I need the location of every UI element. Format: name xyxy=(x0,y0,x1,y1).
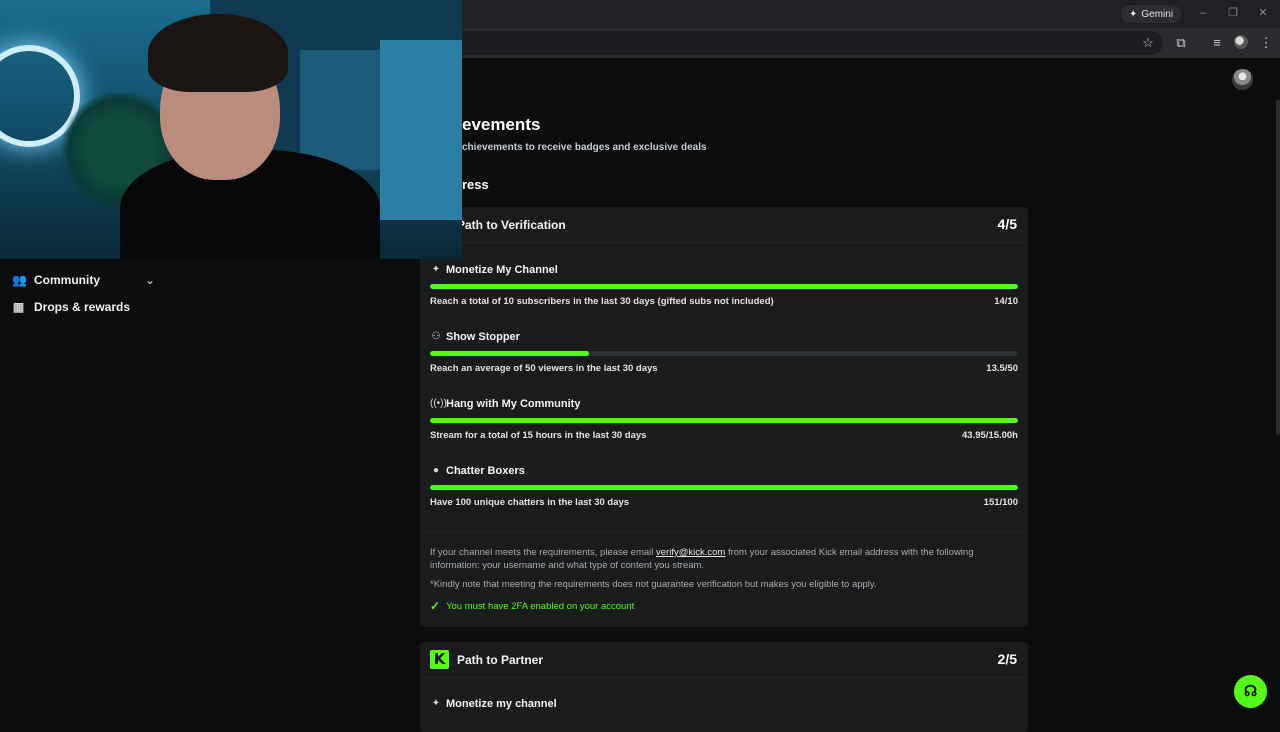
progress-fill xyxy=(430,351,589,356)
progress-fill xyxy=(430,418,1018,423)
tab-search-icon[interactable]: ⧉ xyxy=(1173,35,1189,51)
progress-count: 4/5 xyxy=(997,216,1017,232)
divider xyxy=(420,531,1028,532)
partner-card: K Path to Partner 2/5 ✦ Monetize my chan… xyxy=(420,642,1028,732)
gemini-label: Gemini xyxy=(1141,8,1174,20)
drops-icon: ▦ xyxy=(12,299,25,314)
progress-bar xyxy=(430,485,1018,490)
sparkle-icon: ✦ xyxy=(431,698,441,709)
task-name: Monetize My Channel xyxy=(446,264,558,276)
bookmark-star-icon[interactable]: ☆ xyxy=(1140,35,1156,51)
card-header: K Path to Partner 2/5 xyxy=(420,642,1028,678)
progress-fill xyxy=(430,485,1018,490)
sidebar-item-label: Drops & rewards xyxy=(34,300,131,314)
kick-logo-icon: K xyxy=(430,650,449,669)
restore-icon[interactable]: ❐ xyxy=(1226,6,1240,20)
support-chat-button[interactable]: ☊ xyxy=(1234,675,1267,708)
media-controls-icon[interactable]: ≡ xyxy=(1209,35,1225,51)
gemini-button[interactable]: ✦ Gemini xyxy=(1121,5,1182,23)
check-icon: ✓ xyxy=(430,599,441,613)
task-description: Reach a total of 10 subscribers in the l… xyxy=(430,296,774,307)
progress-bar xyxy=(430,351,1018,356)
sparkle-icon: ✦ xyxy=(431,264,441,275)
task-description: Have 100 unique chatters in the last 30 … xyxy=(430,497,630,508)
card-title: Path to Partner xyxy=(457,653,544,667)
task-value: 13.5/50 xyxy=(986,363,1018,374)
task-description: Reach an average of 50 viewers in the la… xyxy=(430,363,658,374)
webcam-overlay xyxy=(0,0,462,259)
user-avatar[interactable] xyxy=(1232,69,1253,90)
minimize-icon[interactable]: – xyxy=(1196,6,1210,20)
task-value: 43.95/15.00h xyxy=(962,430,1018,441)
gemini-icon: ✦ xyxy=(1129,8,1138,20)
close-icon[interactable]: ✕ xyxy=(1256,6,1270,20)
section-title: ress xyxy=(462,177,489,192)
task-name: Monetize my channel xyxy=(446,698,557,710)
progress-bar xyxy=(430,418,1018,423)
broadcast-icon: ((•)) xyxy=(430,398,447,409)
task-name: Show Stopper xyxy=(446,331,520,343)
progress-bar xyxy=(430,284,1018,289)
page-subtitle: chievements to receive badges and exclus… xyxy=(462,142,707,153)
task-name: Hang with My Community xyxy=(446,398,581,410)
note-text: If your channel meets the requirements, … xyxy=(430,547,654,558)
verification-note: If your channel meets the requirements, … xyxy=(430,546,1018,572)
sidebar-item-label: Community xyxy=(34,273,100,287)
headset-icon: ☊ xyxy=(1243,683,1258,700)
sidebar-item-community[interactable]: 👥 Community xyxy=(12,273,100,287)
chat-icon: ● xyxy=(432,465,440,476)
task-value: 151/100 xyxy=(983,497,1018,508)
scrollbar[interactable] xyxy=(1276,100,1280,435)
requirement-text: You must have 2FA enabled on your accoun… xyxy=(446,600,635,612)
task-name: Chatter Boxers xyxy=(446,465,525,477)
progress-fill xyxy=(430,284,1018,289)
task-value: 14/10 xyxy=(994,296,1018,307)
disclaimer-text: *Kindly note that meeting the requiremen… xyxy=(430,579,877,590)
sidebar-item-drops[interactable]: ▦ Drops & rewards xyxy=(12,300,130,314)
community-icon: 👥 xyxy=(12,272,27,287)
page-title: evements xyxy=(462,115,541,134)
progress-count: 2/5 xyxy=(997,651,1017,667)
verification-card: Path to Verification 4/5 ✦ Monetize My C… xyxy=(420,207,1028,627)
verify-email-link[interactable]: verify@kick.com xyxy=(656,547,725,558)
profile-icon[interactable] xyxy=(1234,35,1248,49)
viewers-icon: ⚇ xyxy=(431,331,441,342)
card-header: Path to Verification 4/5 xyxy=(420,207,1028,243)
task-description: Stream for a total of 15 hours in the la… xyxy=(430,430,647,441)
chevron-down-icon[interactable]: ⌄ xyxy=(145,273,155,287)
card-title: Path to Verification xyxy=(457,218,566,232)
more-menu-icon[interactable]: ⋮ xyxy=(1258,35,1274,51)
requirement-2fa: ✓ You must have 2FA enabled on your acco… xyxy=(430,599,634,613)
